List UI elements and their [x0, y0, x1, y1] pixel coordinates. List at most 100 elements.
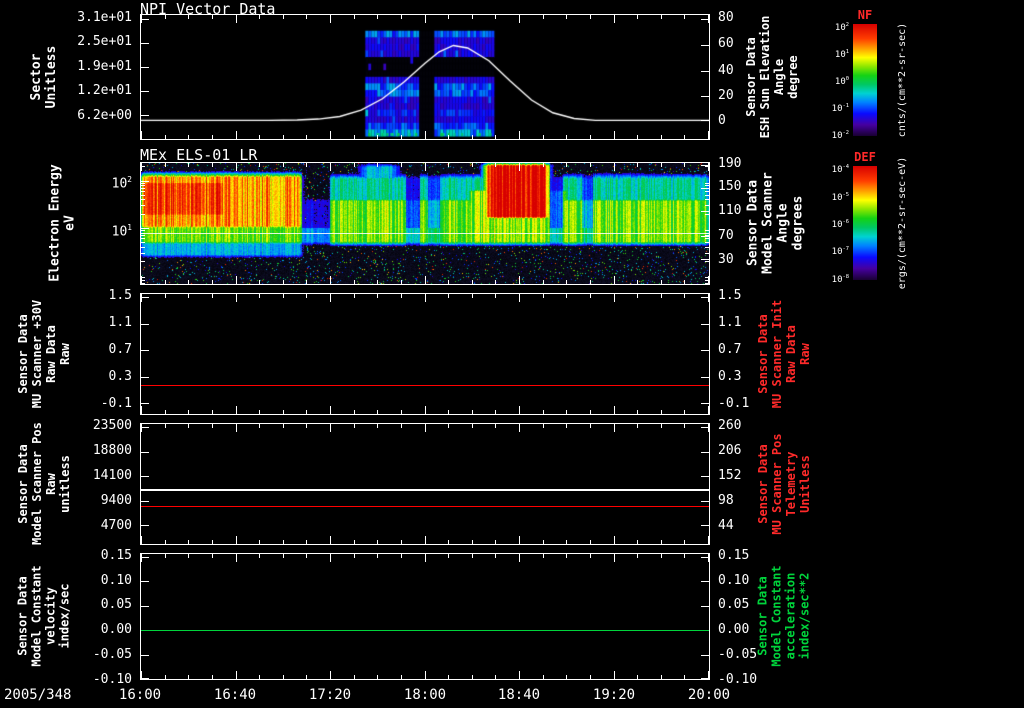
tick-mark [495, 540, 496, 544]
tick-mark [141, 228, 149, 229]
tick-mark [141, 427, 149, 428]
tick-mark [425, 131, 426, 139]
tick-mark [165, 280, 166, 284]
tick-label: -0.05 [718, 647, 758, 663]
tick-mark [637, 163, 638, 167]
tick-mark [141, 350, 149, 351]
tick-mark [401, 294, 402, 298]
tick-mark [708, 406, 709, 414]
tick-mark [519, 671, 520, 679]
axis-label-line: Raw [798, 343, 812, 365]
tick-mark [708, 536, 709, 544]
tick-mark [401, 280, 402, 284]
tick-mark [701, 476, 709, 477]
tick-mark [330, 294, 331, 302]
tick-mark [566, 294, 567, 298]
tick-mark [306, 280, 307, 284]
tick-mark [425, 554, 426, 562]
tick-mark [705, 214, 709, 215]
tick-mark [425, 424, 426, 432]
tick-mark [566, 554, 567, 558]
tick-mark [495, 294, 496, 298]
tick-mark [141, 501, 149, 502]
tick-mark [519, 163, 520, 171]
tick-label: 98 [718, 492, 734, 508]
tick-mark [448, 554, 449, 558]
tick-label: 10-6 [831, 219, 849, 230]
tick-mark [425, 276, 426, 284]
tick-mark [661, 135, 662, 139]
tick-mark [188, 424, 189, 428]
tick-mark [590, 135, 591, 139]
tick-mark [165, 410, 166, 414]
tick-mark [354, 410, 355, 414]
tick-label: 0.00 [718, 622, 750, 638]
tick-label: 0.00 [100, 622, 132, 638]
tick-mark [165, 135, 166, 139]
tick-mark [188, 540, 189, 544]
tick-label: 20 [718, 87, 734, 103]
tick-label: 1.2e+01 [77, 83, 132, 99]
tick-mark [141, 678, 149, 679]
panel-npi [140, 14, 710, 140]
tick-mark [637, 540, 638, 544]
tick-label: 0.05 [100, 597, 132, 613]
tick-mark [590, 675, 591, 679]
tick-mark [614, 406, 615, 414]
tick-mark [425, 15, 426, 23]
tick-mark [701, 45, 709, 46]
tick-mark [701, 525, 709, 526]
tick-mark [684, 410, 685, 414]
tick-mark [354, 554, 355, 558]
tick-mark [283, 554, 284, 558]
tick-mark [141, 163, 142, 171]
tick-mark [614, 163, 615, 171]
axis-label-line: MU Scanner +30V [30, 299, 44, 409]
tick-mark [377, 294, 378, 298]
tick-mark [472, 540, 473, 544]
tick-mark [701, 581, 709, 582]
tick-mark [141, 536, 142, 544]
axis-label-line: Sensor Data [16, 314, 30, 394]
tick-mark [519, 15, 520, 23]
tick-mark [141, 183, 145, 184]
tick-mark [141, 115, 149, 116]
tick-mark [354, 294, 355, 298]
tick-mark [448, 424, 449, 428]
tick-mark [141, 235, 145, 236]
tick-mark [661, 675, 662, 679]
y-axis-label-npi-left: Sector Unitless [29, 14, 59, 140]
tick-mark [141, 191, 145, 192]
tick-mark [165, 554, 166, 558]
tick-mark [141, 238, 145, 239]
tick-label: 1.5 [718, 288, 742, 304]
tick-mark [705, 205, 709, 206]
tick-mark [708, 163, 709, 171]
tick-label: 0.3 [108, 369, 132, 385]
tick-label: 0.7 [108, 341, 132, 357]
tick-label: 30 [718, 252, 734, 268]
tick-mark [377, 675, 378, 679]
tick-mark [141, 276, 142, 284]
axis-label-line: Unitless [44, 45, 59, 109]
data-line [141, 385, 709, 386]
tick-mark [566, 280, 567, 284]
tick-mark [425, 163, 426, 171]
tick-mark [330, 536, 331, 544]
axis-label-line: Raw Data [44, 325, 58, 383]
tick-mark [141, 294, 142, 302]
tick-mark [259, 280, 260, 284]
tick-mark [701, 96, 709, 97]
tick-mark [354, 280, 355, 284]
x-tick-label: 18:40 [497, 687, 541, 703]
tick-mark [377, 15, 378, 19]
tick-mark [684, 15, 685, 19]
tick-label: 14100 [92, 467, 132, 483]
tick-mark [708, 15, 709, 23]
tick-mark [543, 410, 544, 414]
tick-mark [354, 15, 355, 19]
tick-mark [141, 581, 149, 582]
tick-mark [141, 655, 149, 656]
tick-mark [259, 675, 260, 679]
tick-mark [236, 554, 237, 562]
